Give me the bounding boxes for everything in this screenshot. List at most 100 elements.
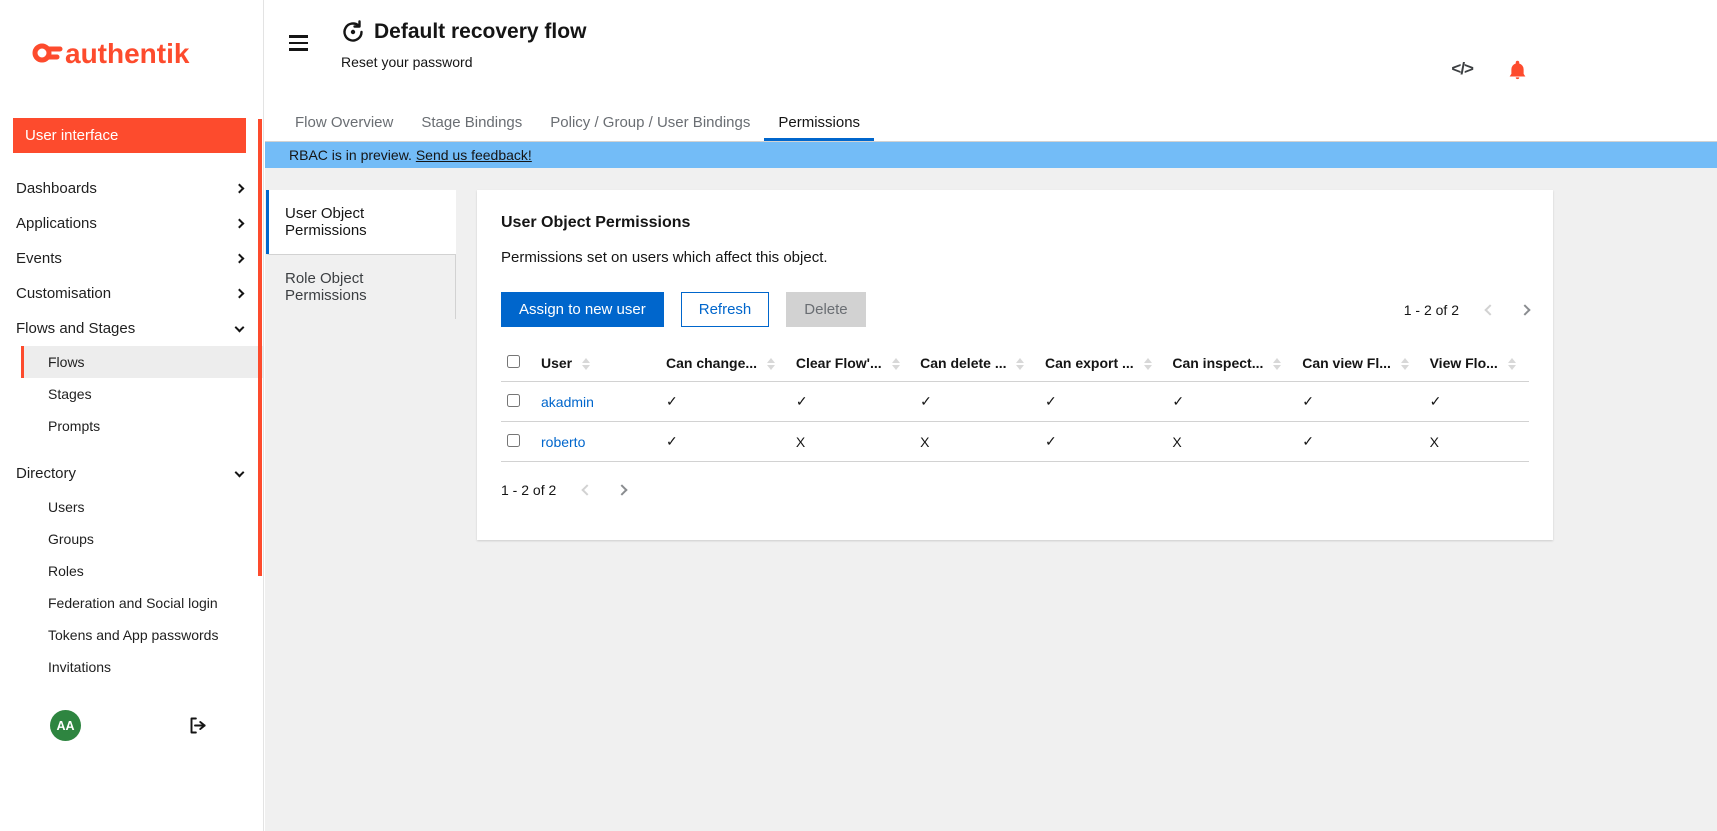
sidebar-subitem-tokens-and-app-passwords[interactable]: Tokens and App passwords xyxy=(21,619,263,651)
sidebar-item-flows-and-stages[interactable]: Flows and Stages xyxy=(0,311,263,346)
permission-granted-mark: ✓ xyxy=(790,382,914,422)
notification-bell-icon[interactable] xyxy=(1507,59,1528,80)
select-all-checkbox[interactable] xyxy=(507,355,520,368)
sidebar-subitem-prompts[interactable]: Prompts xyxy=(21,410,263,442)
column-header-can-view-fl[interactable]: Can view Fl... xyxy=(1296,345,1423,382)
column-header-clear-flow[interactable]: Clear Flow'... xyxy=(790,345,914,382)
sort-icon[interactable] xyxy=(1273,358,1281,370)
tab-permissions[interactable]: Permissions xyxy=(764,104,874,141)
hamburger-menu-icon[interactable] xyxy=(289,35,308,51)
toolbar: Assign to new user Refresh Delete 1 - 2 … xyxy=(501,292,1529,327)
chevron-right-icon xyxy=(235,254,245,264)
permission-granted-mark: ✓ xyxy=(1039,422,1166,462)
pagination-bottom: 1 - 2 of 2 xyxy=(501,482,1529,498)
sidebar-item-label: Directory xyxy=(16,465,76,482)
card-title: User Object Permissions xyxy=(501,214,1529,232)
permissions-table: User Can change... Clear Flow'... Can delet… xyxy=(501,345,1529,462)
assign-to-new-user-button[interactable]: Assign to new user xyxy=(501,292,664,327)
tab-policy-group-user-bindings[interactable]: Policy / Group / User Bindings xyxy=(536,104,764,141)
page-subtitle: Reset your password xyxy=(341,54,586,70)
permission-denied-mark: X xyxy=(1424,422,1529,462)
feedback-link[interactable]: Send us feedback! xyxy=(416,147,532,163)
sidebar-item-label: Events xyxy=(16,250,62,267)
sidebar-subitem-federation-and-social-login[interactable]: Federation and Social login xyxy=(21,587,263,619)
table-header-row: User Can change... Clear Flow'... Can delet… xyxy=(501,345,1529,382)
permission-granted-mark: ✓ xyxy=(1039,382,1166,422)
side-tab-role-object-permissions[interactable]: Role Object Permissions xyxy=(266,254,456,319)
sidebar-footer: AA xyxy=(0,710,263,741)
table-row-roberto: roberto✓XX✓X✓X xyxy=(501,422,1529,462)
chevron-right-icon xyxy=(235,289,245,299)
delete-button[interactable]: Delete xyxy=(786,292,865,327)
column-header-view-flo[interactable]: View Flo... xyxy=(1424,345,1529,382)
previous-page-icon[interactable] xyxy=(582,484,593,495)
authentik-logo: authentik xyxy=(0,0,263,104)
sidebar-subitem-users[interactable]: Users xyxy=(21,491,263,523)
permission-denied-mark: X xyxy=(790,422,914,462)
permission-granted-mark: ✓ xyxy=(1166,382,1296,422)
column-label: Clear Flow'... xyxy=(796,355,882,371)
table-body: akadmin✓✓✓✓✓✓✓roberto✓XX✓X✓X xyxy=(501,382,1529,462)
sidebar-item-dashboards[interactable]: Dashboards xyxy=(0,171,263,206)
row-checkbox[interactable] xyxy=(507,434,520,447)
chevron-right-icon xyxy=(235,219,245,229)
user-link[interactable]: akadmin xyxy=(541,394,594,410)
permission-granted-mark: ✓ xyxy=(1296,422,1423,462)
pagination-top: 1 - 2 of 2 xyxy=(1404,302,1529,318)
sort-icon[interactable] xyxy=(1401,358,1409,370)
svg-text:authentik: authentik xyxy=(65,38,190,69)
sort-icon[interactable] xyxy=(582,358,590,370)
api-code-icon[interactable]: </> xyxy=(1451,59,1473,79)
authentik-logo-icon: authentik xyxy=(29,33,234,71)
pagination-label: 1 - 2 of 2 xyxy=(501,482,556,498)
sort-icon[interactable] xyxy=(1016,358,1024,370)
sidebar-subitem-flows[interactable]: Flows xyxy=(21,346,263,378)
permission-granted-mark: ✓ xyxy=(1424,382,1529,422)
rbac-preview-banner: RBAC is in preview. Send us feedback! xyxy=(265,142,1717,168)
logout-icon[interactable] xyxy=(188,715,209,736)
column-header-can-inspect[interactable]: Can inspect... xyxy=(1166,345,1296,382)
sidebar-item-directory[interactable]: Directory xyxy=(0,456,263,491)
permission-granted-mark: ✓ xyxy=(660,422,790,462)
sidebar-subitem-stages[interactable]: Stages xyxy=(21,378,263,410)
side-tab-user-object-permissions[interactable]: User Object Permissions xyxy=(266,190,456,254)
column-header-can-delete[interactable]: Can delete ... xyxy=(914,345,1039,382)
next-page-icon[interactable] xyxy=(1519,304,1530,315)
sidebar-subitem-roles[interactable]: Roles xyxy=(21,555,263,587)
next-page-icon[interactable] xyxy=(617,484,628,495)
user-link[interactable]: roberto xyxy=(541,434,585,450)
column-header-can-change[interactable]: Can change... xyxy=(660,345,790,382)
sidebar-scroll-accent xyxy=(258,119,262,576)
column-label: Can inspect... xyxy=(1172,355,1263,371)
sidebar-item-applications[interactable]: Applications xyxy=(0,206,263,241)
column-label: Can delete ... xyxy=(920,355,1006,371)
sidebar-item-customisation[interactable]: Customisation xyxy=(0,276,263,311)
table-row-akadmin: akadmin✓✓✓✓✓✓✓ xyxy=(501,382,1529,422)
tab-flow-overview[interactable]: Flow Overview xyxy=(281,104,407,141)
sidebar-item-label: Dashboards xyxy=(16,180,97,197)
banner-text: RBAC is in preview. xyxy=(289,147,416,163)
sidebar-item-events[interactable]: Events xyxy=(0,241,263,276)
avatar[interactable]: AA xyxy=(50,710,81,741)
sidebar-subitem-invitations[interactable]: Invitations xyxy=(21,651,263,683)
column-label: Can view Fl... xyxy=(1302,355,1391,371)
chevron-right-icon xyxy=(235,184,245,194)
page-header: Default recovery flow Reset your passwor… xyxy=(265,0,1717,104)
sort-icon[interactable] xyxy=(892,358,900,370)
previous-page-icon[interactable] xyxy=(1484,304,1495,315)
sort-icon[interactable] xyxy=(1508,358,1516,370)
column-label: Can change... xyxy=(666,355,757,371)
refresh-button[interactable]: Refresh xyxy=(681,292,770,327)
sidebar-item-label: Applications xyxy=(16,215,97,232)
column-label: View Flo... xyxy=(1430,355,1498,371)
chevron-down-icon xyxy=(235,467,245,477)
sidebar-subitem-groups[interactable]: Groups xyxy=(21,523,263,555)
sort-icon[interactable] xyxy=(1144,358,1152,370)
user-interface-button[interactable]: User interface xyxy=(13,118,246,153)
column-header-user[interactable]: User xyxy=(535,345,660,382)
row-checkbox[interactable] xyxy=(507,394,520,407)
column-header-can-export[interactable]: Can export ... xyxy=(1039,345,1166,382)
tab-stage-bindings[interactable]: Stage Bindings xyxy=(407,104,536,141)
permission-denied-mark: X xyxy=(914,422,1039,462)
sort-icon[interactable] xyxy=(767,358,775,370)
